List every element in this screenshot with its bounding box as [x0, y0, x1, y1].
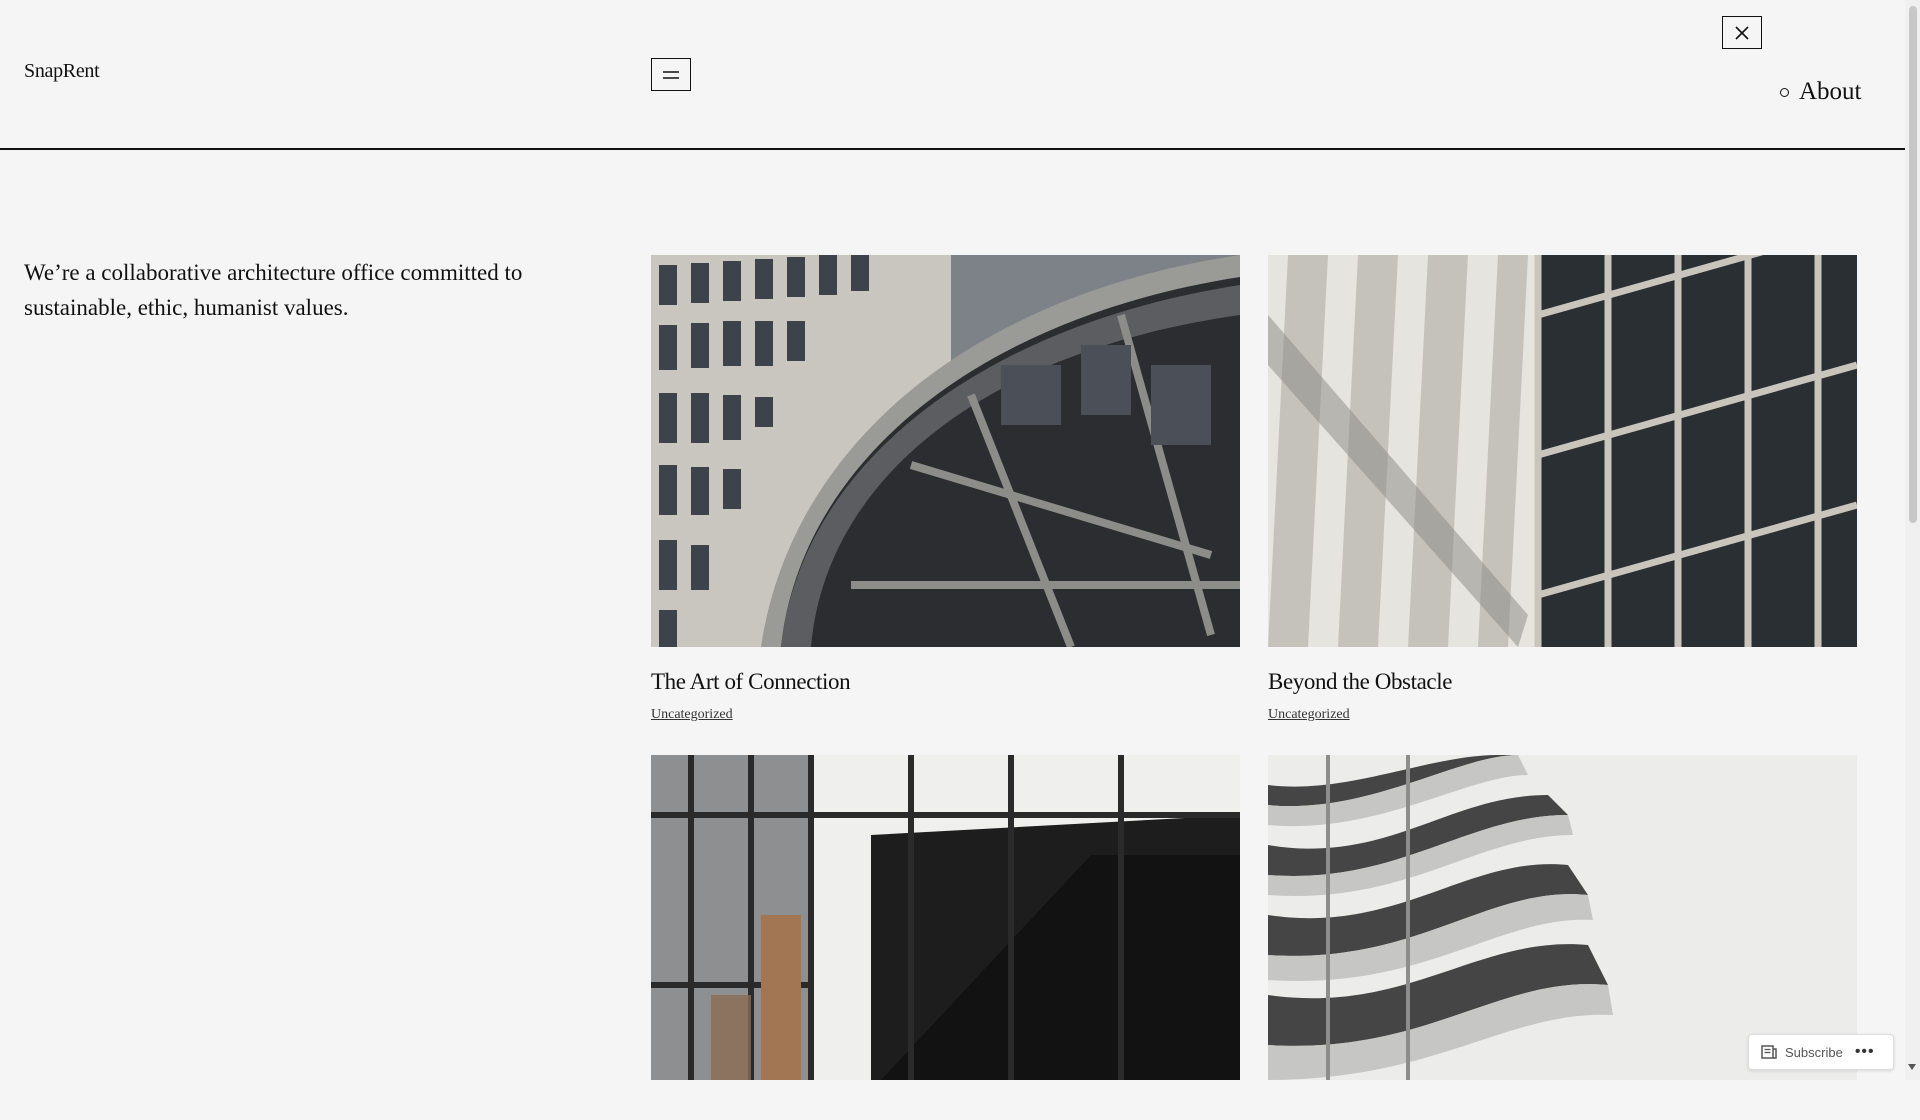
menu-toggle-button[interactable]	[651, 58, 691, 91]
subscribe-widget[interactable]: Subscribe •••	[1748, 1034, 1894, 1070]
post-category-link[interactable]: Uncategorized	[1268, 707, 1350, 723]
post-card	[651, 755, 1240, 1120]
reader-icon	[1761, 1045, 1777, 1059]
nav-item-about[interactable]: About	[1780, 78, 1862, 106]
post-title[interactable]: Beyond the Obstacle	[1268, 669, 1857, 695]
more-options-icon[interactable]: •••	[1855, 1043, 1875, 1061]
scroll-down-arrow-icon[interactable]	[1908, 1064, 1916, 1070]
close-icon	[1735, 25, 1749, 40]
site-title[interactable]: SnapRent	[24, 60, 100, 83]
list-bullet-icon	[1780, 87, 1789, 97]
header-divider	[0, 148, 1905, 150]
post-featured-image[interactable]	[651, 755, 1240, 1080]
post-featured-image[interactable]	[1268, 755, 1857, 1080]
post-featured-image[interactable]	[651, 255, 1240, 647]
hamburger-icon	[663, 70, 679, 79]
post-featured-image[interactable]	[1268, 255, 1857, 647]
page-scrollbar[interactable]	[1905, 0, 1920, 1080]
nav-item-label: About	[1799, 78, 1862, 105]
post-title[interactable]: The Art of Connection	[651, 669, 1240, 695]
site-tagline: We’re a collaborative architecture offic…	[24, 260, 523, 320]
scrollbar-thumb[interactable]	[1909, 6, 1917, 523]
subscribe-button[interactable]: Subscribe	[1785, 1045, 1843, 1060]
post-card: The Art of Connection Uncategorized	[651, 255, 1240, 723]
post-card: Beyond the Obstacle Uncategorized	[1268, 255, 1857, 723]
close-menu-button[interactable]	[1722, 16, 1762, 49]
post-category-link[interactable]: Uncategorized	[651, 707, 733, 723]
